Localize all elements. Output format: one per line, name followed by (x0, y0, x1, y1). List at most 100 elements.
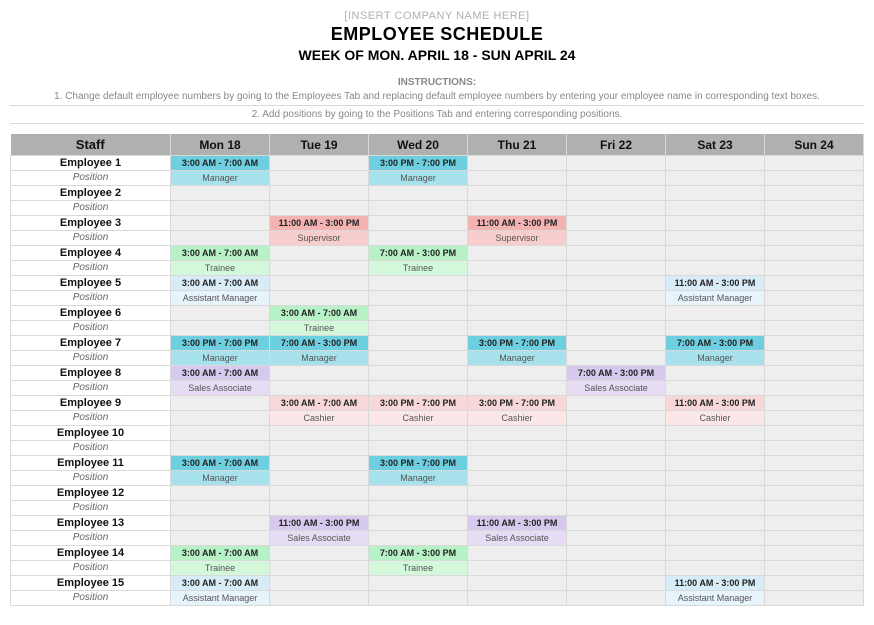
shift-position-cell[interactable] (171, 531, 270, 546)
shift-position-cell[interactable] (567, 441, 666, 456)
shift-position-cell[interactable]: Cashier (666, 411, 765, 426)
employee-name[interactable]: Employee 7 (11, 336, 171, 351)
shift-position-cell[interactable]: Manager (171, 171, 270, 186)
shift-time-cell[interactable] (765, 246, 864, 261)
shift-position-cell[interactable]: Manager (468, 351, 567, 366)
shift-position-cell[interactable] (666, 261, 765, 276)
shift-time-cell[interactable] (468, 576, 567, 591)
shift-position-cell[interactable]: Trainee (171, 261, 270, 276)
shift-time-cell[interactable] (567, 396, 666, 411)
shift-position-cell[interactable] (171, 321, 270, 336)
shift-time-cell[interactable]: 3:00 AM - 7:00 AM (171, 546, 270, 561)
shift-time-cell[interactable] (567, 426, 666, 441)
shift-time-cell[interactable] (468, 186, 567, 201)
shift-time-cell[interactable] (171, 186, 270, 201)
shift-position-cell[interactable] (369, 351, 468, 366)
shift-position-cell[interactable] (270, 201, 369, 216)
shift-position-cell[interactable]: Assistant Manager (666, 591, 765, 606)
shift-time-cell[interactable] (567, 516, 666, 531)
employee-name[interactable]: Employee 13 (11, 516, 171, 531)
shift-position-cell[interactable] (666, 381, 765, 396)
shift-time-cell[interactable] (765, 216, 864, 231)
shift-position-cell[interactable]: Manager (369, 471, 468, 486)
shift-position-cell[interactable] (666, 231, 765, 246)
shift-time-cell[interactable]: 7:00 AM - 3:00 PM (369, 246, 468, 261)
shift-position-cell[interactable] (567, 261, 666, 276)
shift-time-cell[interactable]: 3:00 PM - 7:00 PM (369, 456, 468, 471)
shift-position-cell[interactable] (765, 171, 864, 186)
shift-position-cell[interactable]: Sales Associate (171, 381, 270, 396)
employee-name[interactable]: Employee 1 (11, 156, 171, 171)
shift-position-cell[interactable] (369, 531, 468, 546)
shift-time-cell[interactable] (171, 216, 270, 231)
shift-position-cell[interactable] (171, 201, 270, 216)
shift-time-cell[interactable] (567, 306, 666, 321)
shift-time-cell[interactable]: 11:00 AM - 3:00 PM (468, 516, 567, 531)
shift-time-cell[interactable] (765, 396, 864, 411)
shift-time-cell[interactable] (765, 306, 864, 321)
shift-time-cell[interactable] (369, 336, 468, 351)
shift-position-cell[interactable] (765, 471, 864, 486)
employee-name[interactable]: Employee 15 (11, 576, 171, 591)
shift-time-cell[interactable] (765, 516, 864, 531)
employee-name[interactable]: Employee 11 (11, 456, 171, 471)
shift-position-cell[interactable] (765, 261, 864, 276)
shift-position-cell[interactable] (567, 291, 666, 306)
shift-position-cell[interactable] (270, 291, 369, 306)
shift-position-cell[interactable]: Cashier (468, 411, 567, 426)
shift-position-cell[interactable] (567, 501, 666, 516)
shift-position-cell[interactable]: Manager (666, 351, 765, 366)
shift-position-cell[interactable] (171, 231, 270, 246)
shift-position-cell[interactable] (468, 291, 567, 306)
shift-position-cell[interactable]: Assistant Manager (171, 591, 270, 606)
shift-position-cell[interactable]: Manager (171, 471, 270, 486)
shift-time-cell[interactable] (369, 306, 468, 321)
shift-time-cell[interactable] (567, 216, 666, 231)
shift-position-cell[interactable] (270, 441, 369, 456)
shift-time-cell[interactable] (171, 306, 270, 321)
shift-position-cell[interactable] (765, 231, 864, 246)
shift-time-cell[interactable]: 3:00 PM - 7:00 PM (369, 156, 468, 171)
shift-time-cell[interactable] (666, 306, 765, 321)
shift-time-cell[interactable] (270, 456, 369, 471)
company-name-placeholder[interactable]: [INSERT COMPANY NAME HERE] (10, 10, 864, 22)
shift-position-cell[interactable] (765, 561, 864, 576)
shift-position-cell[interactable] (765, 441, 864, 456)
shift-time-cell[interactable]: 3:00 PM - 7:00 PM (468, 396, 567, 411)
shift-time-cell[interactable] (270, 426, 369, 441)
shift-position-cell[interactable] (567, 231, 666, 246)
shift-position-cell[interactable] (567, 561, 666, 576)
shift-time-cell[interactable] (666, 216, 765, 231)
shift-time-cell[interactable] (765, 576, 864, 591)
shift-time-cell[interactable] (765, 336, 864, 351)
shift-position-cell[interactable] (171, 411, 270, 426)
shift-position-cell[interactable]: Cashier (270, 411, 369, 426)
shift-position-cell[interactable] (666, 531, 765, 546)
shift-time-cell[interactable]: 11:00 AM - 3:00 PM (666, 276, 765, 291)
shift-position-cell[interactable] (468, 201, 567, 216)
shift-time-cell[interactable] (666, 246, 765, 261)
shift-position-cell[interactable] (369, 501, 468, 516)
shift-time-cell[interactable] (666, 156, 765, 171)
shift-time-cell[interactable]: 7:00 AM - 3:00 PM (666, 336, 765, 351)
shift-time-cell[interactable] (171, 396, 270, 411)
shift-time-cell[interactable] (171, 486, 270, 501)
shift-position-cell[interactable] (567, 411, 666, 426)
employee-name[interactable]: Employee 9 (11, 396, 171, 411)
employee-name[interactable]: Employee 12 (11, 486, 171, 501)
shift-time-cell[interactable] (567, 456, 666, 471)
shift-time-cell[interactable]: 7:00 AM - 3:00 PM (369, 546, 468, 561)
shift-time-cell[interactable] (369, 516, 468, 531)
shift-time-cell[interactable]: 3:00 AM - 7:00 AM (171, 366, 270, 381)
shift-position-cell[interactable] (567, 531, 666, 546)
shift-position-cell[interactable]: Assistant Manager (171, 291, 270, 306)
shift-position-cell[interactable] (567, 201, 666, 216)
shift-position-cell[interactable] (369, 201, 468, 216)
shift-time-cell[interactable] (369, 186, 468, 201)
shift-time-cell[interactable] (468, 306, 567, 321)
shift-position-cell[interactable] (765, 201, 864, 216)
shift-time-cell[interactable] (468, 456, 567, 471)
shift-time-cell[interactable] (270, 186, 369, 201)
shift-position-cell[interactable]: Sales Associate (270, 531, 369, 546)
shift-time-cell[interactable] (468, 246, 567, 261)
